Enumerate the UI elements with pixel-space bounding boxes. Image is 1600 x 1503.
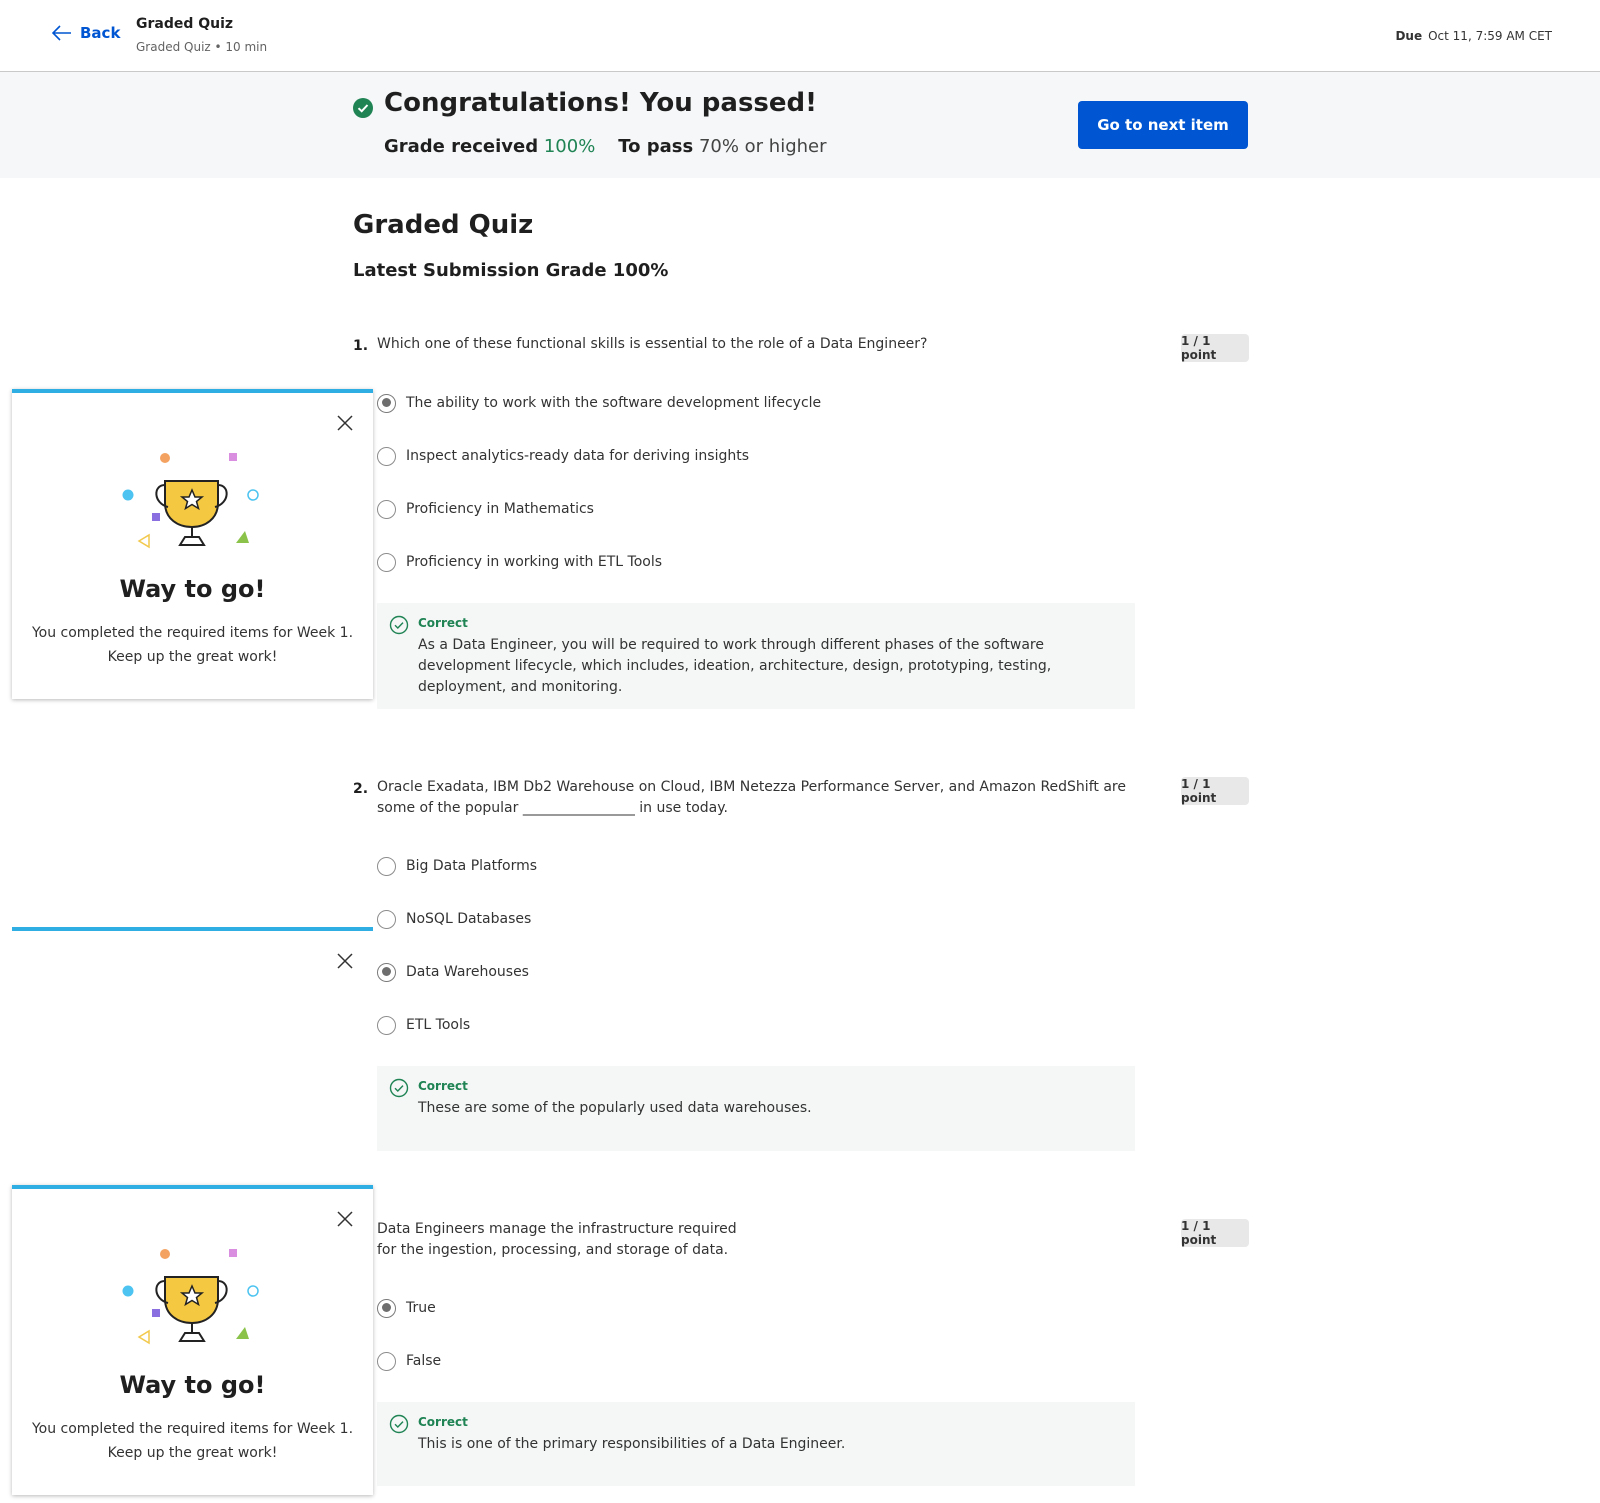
radio-button[interactable] xyxy=(377,909,396,929)
radio-button[interactable] xyxy=(377,552,396,572)
answer-option[interactable]: False xyxy=(377,1350,441,1372)
feedback-box: Correct As a Data Engineer, you will be … xyxy=(377,603,1135,709)
grade-summary: Grade received 100% To pass 70% or highe… xyxy=(384,136,827,157)
back-label: Back xyxy=(80,24,121,42)
check-circle-outline-icon xyxy=(389,1414,409,1434)
answer-option[interactable]: ETL Tools xyxy=(377,1014,470,1036)
check-circle-outline-icon xyxy=(389,615,409,635)
question-number: 1. xyxy=(353,338,369,354)
top-bar: Back Graded Quiz Graded Quiz • 10 min Du… xyxy=(0,0,1600,72)
radio-button[interactable] xyxy=(377,1351,396,1371)
answer-option[interactable]: Proficiency in working with ETL Tools xyxy=(377,551,662,573)
feedback-box: Correct These are some of the popularly … xyxy=(377,1066,1135,1151)
trophy-icon xyxy=(122,453,259,549)
answer-option[interactable]: The ability to work with the software de… xyxy=(377,392,821,414)
quiz-title: Graded Quiz xyxy=(353,210,534,240)
latest-submission-grade: Latest Submission Grade 100% xyxy=(353,260,669,281)
question-text: Oracle Exadata, IBM Db2 Warehouse on Clo… xyxy=(377,779,1126,816)
toast-title: Way to go! xyxy=(119,1371,266,1399)
option-label: Proficiency in Mathematics xyxy=(406,501,594,517)
points-badge: 1 / 1 point xyxy=(1181,1219,1249,1247)
option-label: Inspect analytics-ready data for derivin… xyxy=(406,448,750,464)
option-label: False xyxy=(406,1353,442,1369)
answer-option[interactable]: True xyxy=(377,1297,436,1319)
radio-button[interactable] xyxy=(377,962,396,982)
item-title: Graded Quiz xyxy=(136,16,234,32)
feedback-label: Correct xyxy=(418,1415,468,1429)
due-value: Oct 11, 7:59 AM CET xyxy=(1428,29,1552,43)
option-label: Big Data Platforms xyxy=(406,858,538,874)
check-circle-icon xyxy=(353,98,373,118)
question-text: Which one of these functional skills is … xyxy=(377,336,928,352)
radio-button[interactable] xyxy=(377,446,396,466)
option-label: True xyxy=(406,1300,436,1316)
radio-button[interactable] xyxy=(377,1015,396,1035)
toast-line: You completed the required items for Wee… xyxy=(31,1421,354,1437)
back-button[interactable]: Back xyxy=(52,24,120,42)
go-to-next-item-button[interactable]: Go to next item xyxy=(1078,101,1248,149)
to-pass-label: To pass xyxy=(618,136,694,157)
answer-option[interactable]: Data Warehouses xyxy=(377,961,529,983)
feedback-text: This is one of the primary responsibilit… xyxy=(418,1436,846,1452)
points-badge: 1 / 1 point xyxy=(1181,777,1249,805)
due-label: Due xyxy=(1395,29,1423,43)
toast-line: You completed the required items for Wee… xyxy=(31,625,354,641)
close-icon[interactable] xyxy=(337,1211,353,1227)
arrow-left-icon xyxy=(52,25,71,41)
toast-message: You completed the required items for Wee… xyxy=(12,621,373,669)
answer-option[interactable]: Inspect analytics-ready data for derivin… xyxy=(377,445,749,467)
check-circle-outline-icon xyxy=(389,1078,409,1098)
points-badge: 1 / 1 point xyxy=(1181,334,1249,362)
feedback-label: Correct xyxy=(418,616,468,630)
pass-title: Congratulations! You passed! xyxy=(384,88,817,118)
option-label: ETL Tools xyxy=(406,1017,471,1033)
completion-toast: Way to go! You completed the required it… xyxy=(12,389,373,699)
toast-message: You completed the required items for Wee… xyxy=(12,1417,373,1465)
radio-button[interactable] xyxy=(377,856,396,876)
radio-button[interactable] xyxy=(377,499,396,519)
close-icon[interactable] xyxy=(337,953,353,969)
feedback-box: Correct This is one of the primary respo… xyxy=(377,1402,1135,1486)
question-number: 2. xyxy=(353,781,369,797)
question-text: Data Engineers manage the infrastructure… xyxy=(377,1221,737,1258)
radio-button[interactable] xyxy=(377,1298,396,1318)
feedback-label: Correct xyxy=(418,1079,468,1093)
answer-option[interactable]: Big Data Platforms xyxy=(377,855,537,877)
option-label: Data Warehouses xyxy=(406,964,529,980)
completion-toast: Way to go! You completed the required it… xyxy=(12,1185,373,1495)
answer-option[interactable]: Proficiency in Mathematics xyxy=(377,498,594,520)
feedback-text: These are some of the popularly used dat… xyxy=(418,1100,812,1116)
grade-received-value: 100% xyxy=(543,136,596,157)
radio-button[interactable] xyxy=(377,393,396,413)
answer-option[interactable]: NoSQL Databases xyxy=(377,908,531,930)
toast-line: Keep up the great work! xyxy=(107,649,278,665)
option-label: NoSQL Databases xyxy=(406,911,532,927)
option-label: The ability to work with the software de… xyxy=(406,395,822,411)
toast-line: Keep up the great work! xyxy=(107,1445,278,1461)
toast-title: Way to go! xyxy=(119,575,266,603)
to-pass-value: 70% or higher xyxy=(698,136,827,157)
grade-received-label: Grade received xyxy=(384,136,539,157)
due-date: Due Oct 11, 7:59 AM CET xyxy=(1395,29,1552,43)
close-icon[interactable] xyxy=(337,415,353,431)
trophy-icon xyxy=(122,1249,259,1345)
item-subtitle: Graded Quiz • 10 min xyxy=(136,40,268,54)
feedback-text: As a Data Engineer, you will be required… xyxy=(418,637,1052,695)
option-label: Proficiency in working with ETL Tools xyxy=(406,554,663,570)
completion-toast-collapsed xyxy=(12,927,373,969)
